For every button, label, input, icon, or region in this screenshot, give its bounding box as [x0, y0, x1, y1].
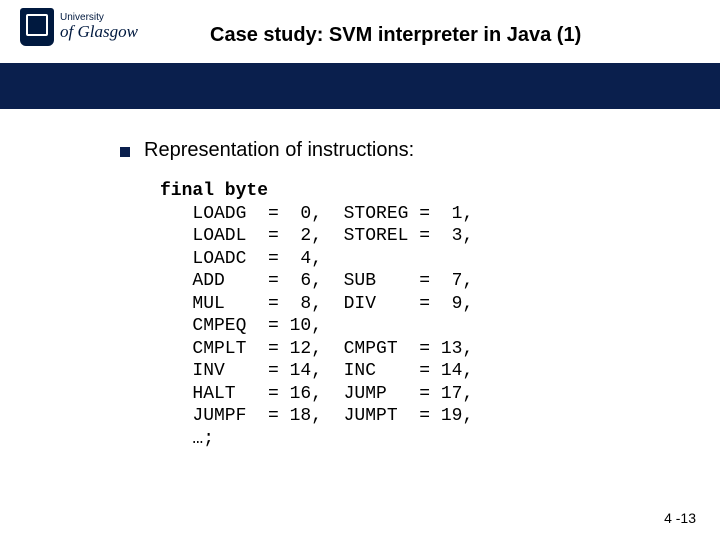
logo-line2: of Glasgow: [60, 23, 138, 41]
university-logo: University of Glasgow: [20, 8, 138, 46]
slide-body: Representation of instructions: final by…: [0, 109, 720, 450]
bullet-icon: [120, 147, 130, 157]
slide-title: Case study: SVM interpreter in Java (1): [210, 24, 581, 47]
bullet-text: Representation of instructions:: [144, 139, 414, 162]
header-divider: [0, 66, 720, 109]
slide-header: University of Glasgow Case study: SVM in…: [0, 0, 720, 60]
bullet-item: Representation of instructions:: [120, 139, 660, 162]
logo-text: University of Glasgow: [60, 13, 138, 41]
crest-icon: [20, 8, 54, 46]
page-number: 4 -13: [664, 510, 696, 526]
code-block: final byte LOADG = 0, STOREG = 1, LOADL …: [160, 180, 660, 450]
